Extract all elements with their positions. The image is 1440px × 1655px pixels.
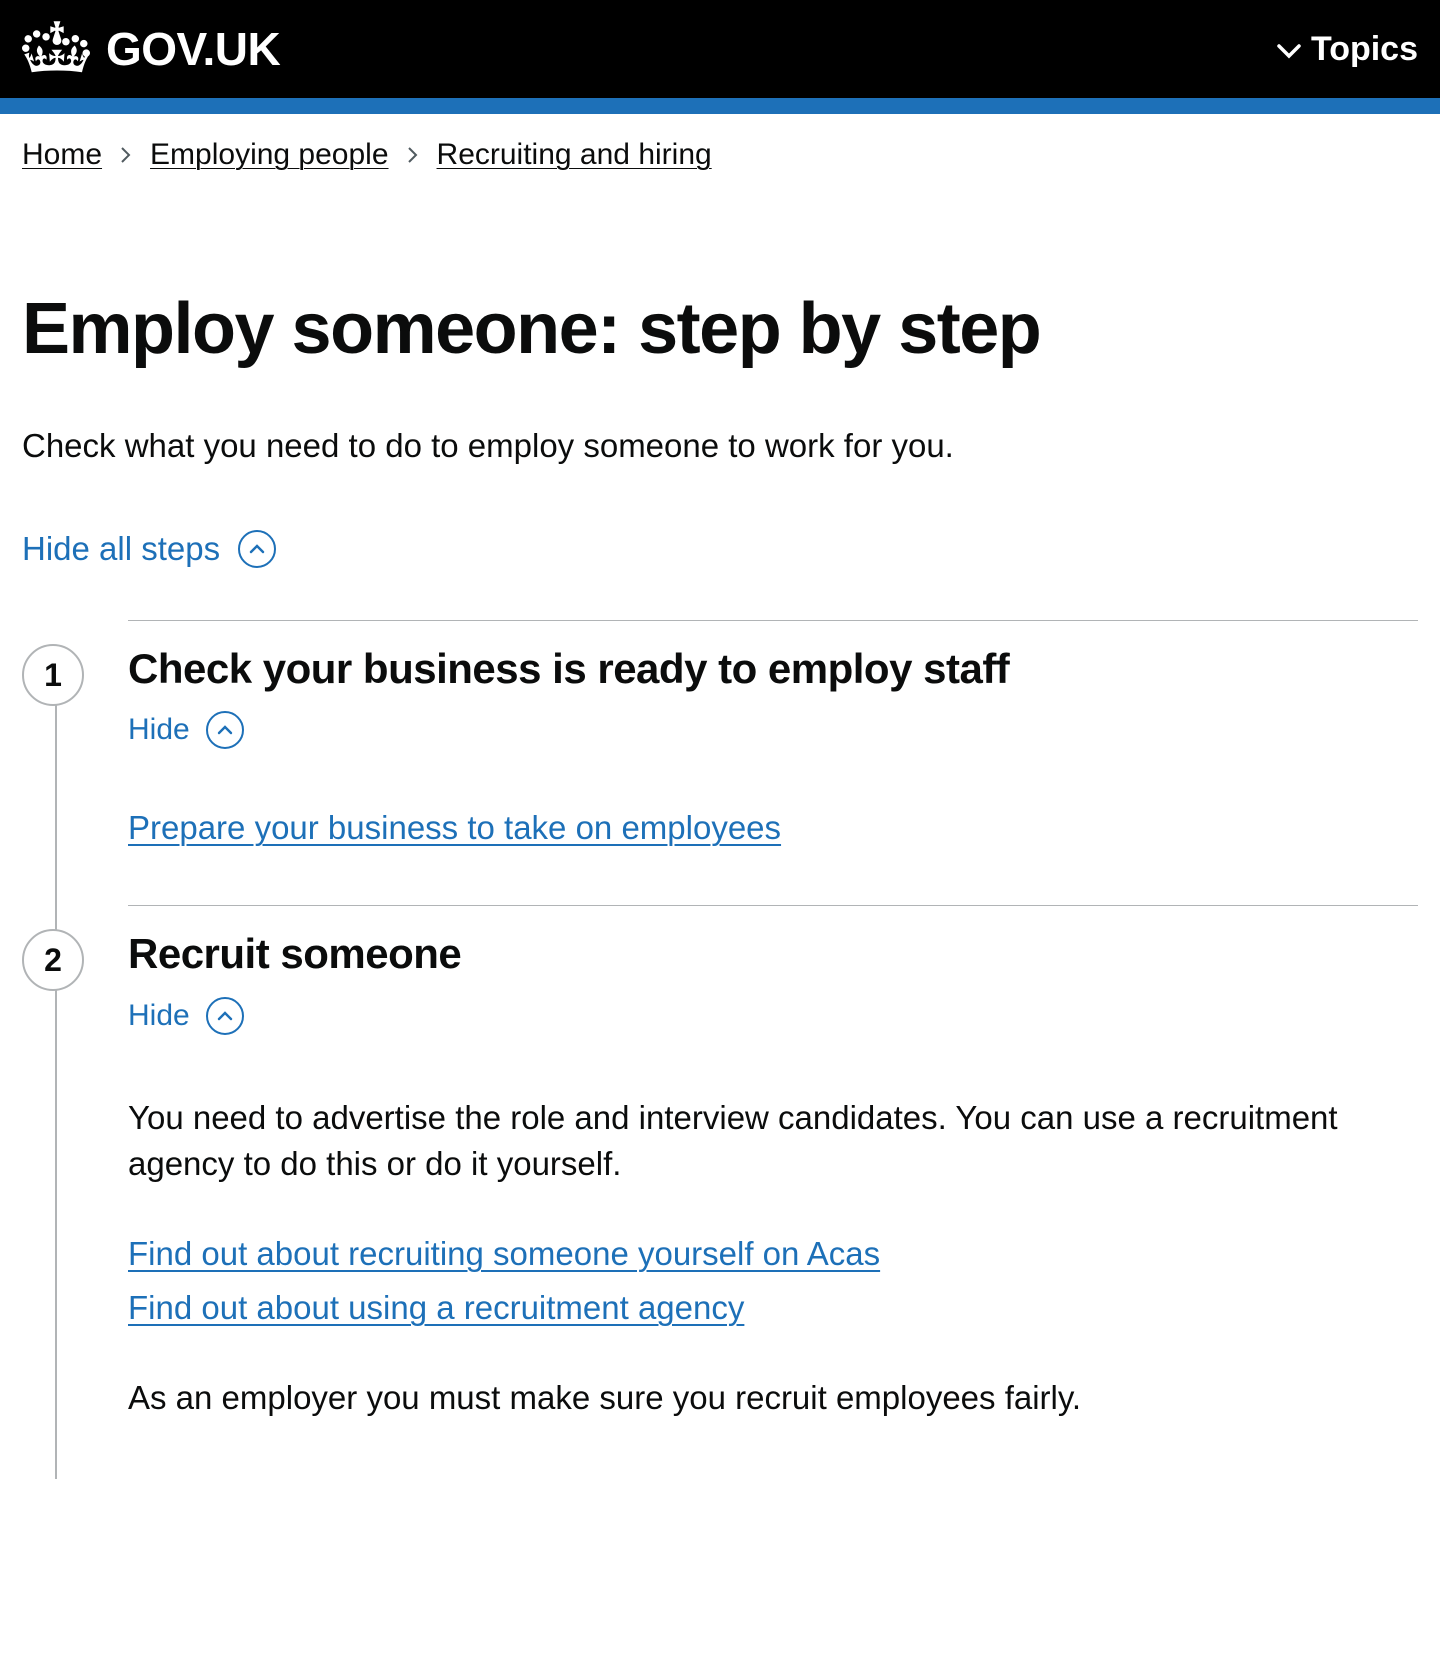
breadcrumb-item-home[interactable]: Home — [22, 138, 102, 172]
chevron-up-icon — [206, 997, 244, 1035]
step-hide-toggle[interactable]: Hide — [128, 997, 1418, 1035]
blue-accent-bar — [0, 98, 1440, 114]
chevron-up-icon — [206, 711, 244, 749]
step-2: 2 Recruit someone Hide You need to adver… — [22, 905, 1418, 1479]
breadcrumb: Home Employing people Recruiting and hir… — [22, 114, 1418, 182]
hide-label: Hide — [128, 999, 190, 1033]
step-list: 1 Check your business is ready to employ… — [22, 620, 1418, 1479]
step-number: 1 — [22, 644, 84, 706]
chevron-right-icon — [120, 138, 132, 172]
page-intro: Check what you need to do to employ some… — [22, 424, 1418, 469]
site-logo[interactable]: GOV.UK — [22, 19, 280, 80]
site-name: GOV.UK — [106, 22, 280, 76]
step-1: 1 Check your business is ready to employ… — [22, 620, 1418, 905]
topics-menu[interactable]: Topics — [1277, 30, 1418, 69]
site-header: GOV.UK Topics — [0, 0, 1440, 98]
chevron-down-icon — [1277, 30, 1301, 69]
hide-label: Hide — [128, 713, 190, 747]
step-hide-toggle[interactable]: Hide — [128, 711, 1418, 749]
step-footer-text: As an employer you must make sure you re… — [128, 1375, 1418, 1421]
step-title[interactable]: Check your business is ready to employ s… — [128, 645, 1418, 693]
topics-label: Topics — [1311, 30, 1418, 69]
crown-icon — [22, 19, 92, 80]
step-intro: You need to advertise the role and inter… — [128, 1095, 1418, 1187]
step-number: 2 — [22, 929, 84, 991]
breadcrumb-item-employing-people[interactable]: Employing people — [150, 138, 389, 172]
page-title: Employ someone: step by step — [22, 292, 1418, 368]
step-title[interactable]: Recruit someone — [128, 930, 1418, 978]
step-link[interactable]: Prepare your business to take on employe… — [128, 809, 1418, 847]
chevron-up-icon — [238, 530, 276, 568]
step-link[interactable]: Find out about recruiting someone yourse… — [128, 1235, 1418, 1273]
chevron-right-icon — [407, 138, 419, 172]
divider — [128, 620, 1418, 621]
breadcrumb-item-recruiting-hiring[interactable]: Recruiting and hiring — [437, 138, 712, 172]
step-link[interactable]: Find out about using a recruitment agenc… — [128, 1289, 1418, 1327]
divider — [128, 905, 1418, 906]
hide-all-steps[interactable]: Hide all steps — [22, 530, 1418, 568]
hide-all-label: Hide all steps — [22, 530, 220, 568]
